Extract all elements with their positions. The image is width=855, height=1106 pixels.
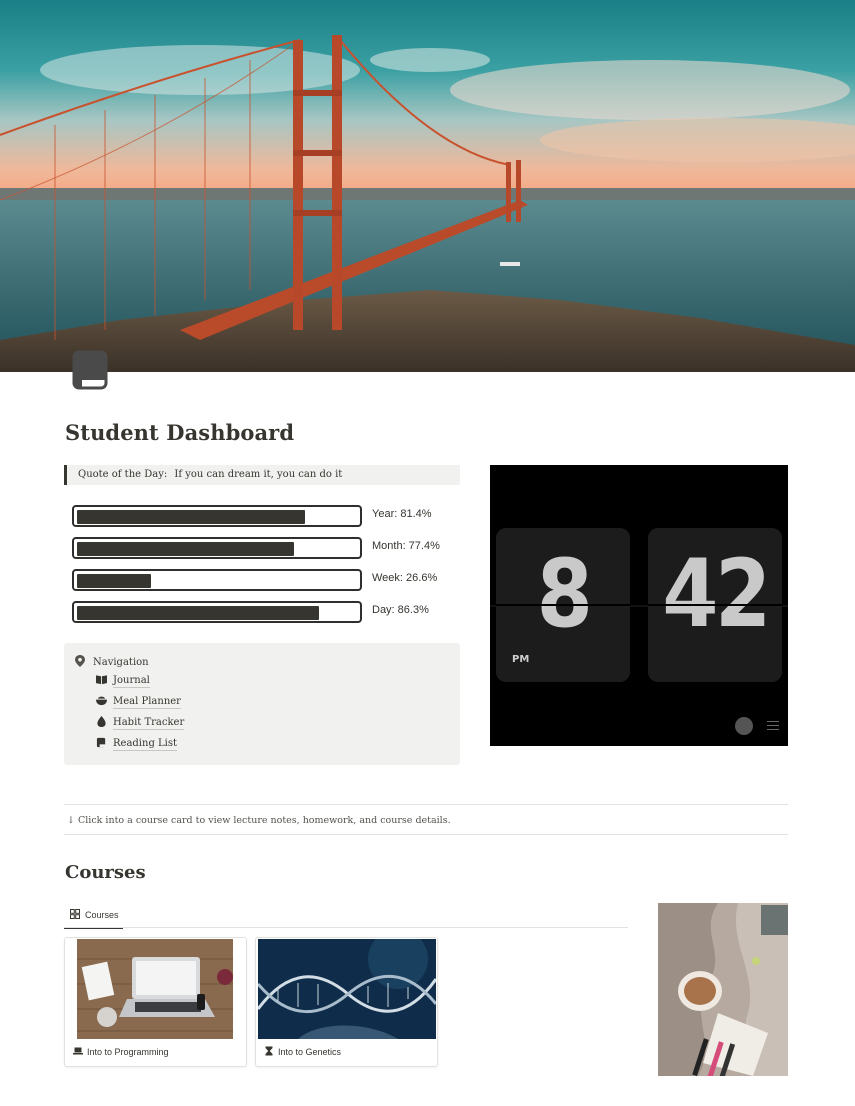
progress-fill <box>77 510 305 524</box>
course-hint-text: ↓ Click into a course card to view lectu… <box>64 804 788 835</box>
nav-link-meal-planner[interactable]: Meal Planner <box>96 695 181 709</box>
nav-link-label[interactable]: Reading List <box>113 738 178 751</box>
quote-text: If you can dream it, you can do it <box>174 469 343 480</box>
course-card-genetics[interactable]: Into to Genetics <box>255 937 438 1067</box>
book-open-icon <box>96 675 107 685</box>
progress-label: Year: 81.4% <box>372 508 432 520</box>
tab-label: Courses <box>85 910 119 920</box>
tab-courses-gallery[interactable]: Courses <box>64 905 123 929</box>
nav-link-reading-list[interactable]: Reading List <box>96 737 178 751</box>
progress-label: Day: 86.3% <box>372 604 429 616</box>
nav-link-label[interactable]: Meal Planner <box>113 696 181 709</box>
navigation-heading-label: Navigation <box>93 657 149 668</box>
progress-day: Day: 86.3% <box>72 601 452 625</box>
progress-week: Week: 26.6% <box>72 569 452 593</box>
progress-bar <box>72 537 362 559</box>
drop-icon <box>97 716 106 727</box>
progress-fill <box>77 606 319 620</box>
cover-image <box>0 0 855 372</box>
flip-split-line <box>648 604 782 606</box>
courses-heading: Courses <box>65 862 146 883</box>
map-pin-icon <box>75 655 85 667</box>
navigation-callout: Navigation Journal Meal Planner Habit Tr… <box>64 643 460 765</box>
clock-hour-card: 8 PM <box>496 528 630 682</box>
progress-label: Month: 77.4% <box>372 540 440 552</box>
progress-fill <box>77 574 151 588</box>
bowl-icon <box>96 696 107 706</box>
course-cover-image <box>258 939 436 1039</box>
notebook-icon[interactable] <box>72 350 112 392</box>
clock-menu-icon[interactable] <box>767 721 779 731</box>
progress-bar <box>72 569 362 591</box>
progress-year: Year: 81.4% <box>72 505 452 529</box>
clock-theme-toggle[interactable] <box>735 717 753 735</box>
course-card-title: Into to Programming <box>73 1046 169 1057</box>
clock-minute-card: 42 <box>648 528 782 682</box>
course-card-title: Into to Genetics <box>264 1046 341 1057</box>
progress-fill <box>77 542 294 556</box>
course-card-programming[interactable]: Into to Programming <box>64 937 247 1067</box>
course-title-text: Into to Genetics <box>278 1047 342 1057</box>
quote-prefix: Quote of the Day: <box>78 469 168 480</box>
hourglass-icon <box>265 1046 273 1056</box>
study-desk-photo <box>658 903 788 1076</box>
flip-clock-widget[interactable]: 8 PM 42 <box>490 465 788 746</box>
tab-underline <box>64 927 628 928</box>
progress-label: Week: 26.6% <box>372 572 438 584</box>
clock-ampm: PM <box>512 654 530 665</box>
page-title: Student Dashboard <box>65 420 295 445</box>
laptop-icon <box>73 1047 83 1055</box>
clock-hour: 8 <box>536 540 593 649</box>
navigation-heading: Navigation <box>75 655 149 668</box>
progress-bar <box>72 601 362 623</box>
gallery-grid-icon <box>70 909 80 919</box>
course-cover-image <box>77 939 233 1039</box>
progress-bar <box>72 505 362 527</box>
progress-month: Month: 77.4% <box>72 537 452 561</box>
nav-link-label[interactable]: Habit Tracker <box>113 717 185 730</box>
nav-link-journal[interactable]: Journal <box>96 674 150 688</box>
flip-split-line <box>496 604 630 606</box>
course-title-text: Into to Programming <box>87 1047 169 1057</box>
nav-link-habit-tracker[interactable]: Habit Tracker <box>96 716 185 730</box>
clock-minute: 42 <box>662 540 771 649</box>
nav-link-label[interactable]: Journal <box>113 675 150 688</box>
book-icon <box>96 737 107 748</box>
quote-callout: Quote of the Day: If you can dream it, y… <box>64 465 460 485</box>
